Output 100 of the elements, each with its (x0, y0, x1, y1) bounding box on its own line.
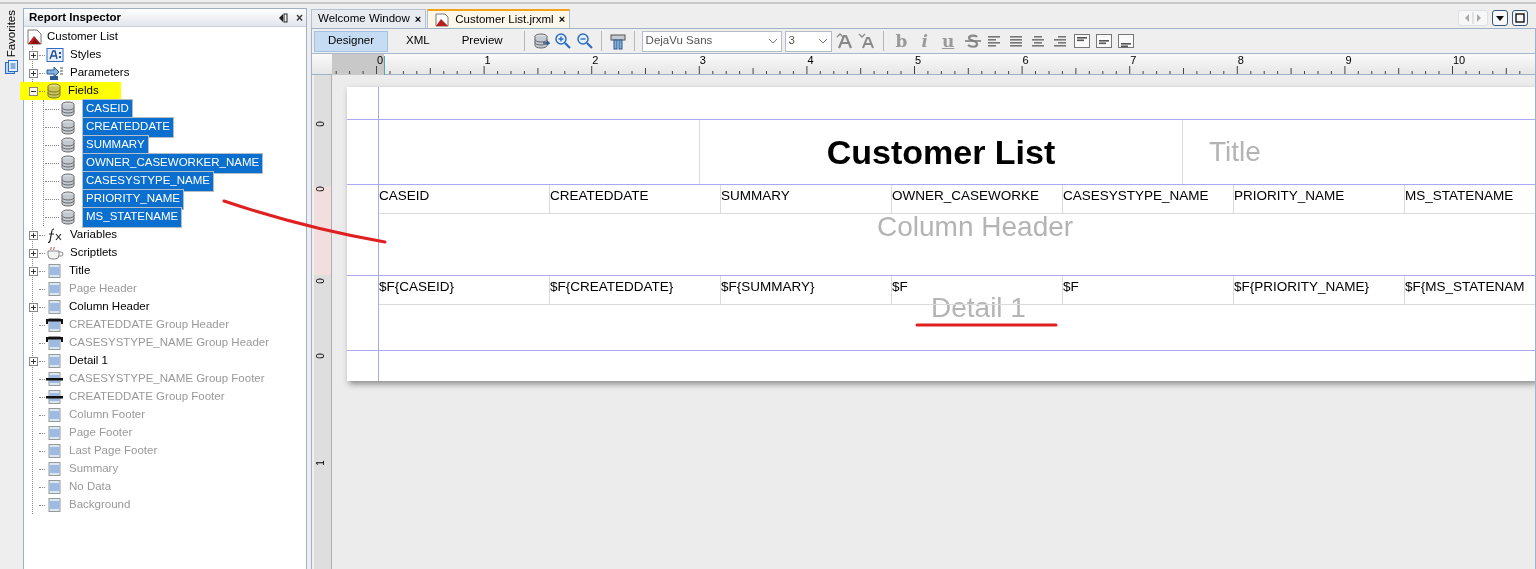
ruler-label: 2 (592, 54, 599, 66)
strikethrough-icon (963, 32, 982, 50)
tree-item[interactable]: Column Header (69, 298, 150, 316)
expand-icon[interactable] (29, 356, 38, 366)
ruler-label: 0 (315, 121, 326, 127)
group-footer-icon (46, 371, 63, 387)
tab-list-button[interactable] (1492, 10, 1508, 26)
report-icon (434, 12, 451, 27)
expand-icon[interactable] (29, 50, 38, 60)
field-expression: $F (1063, 276, 1234, 305)
field-expression: $F{PRIORITY_NAME} (1234, 276, 1405, 305)
band-icon (46, 299, 63, 315)
band-icon (46, 425, 63, 441)
maximize-button[interactable] (1512, 10, 1528, 26)
tree-item[interactable]: Title (69, 262, 91, 280)
caret-icon (817, 38, 828, 44)
ruler-label: 0 (315, 353, 326, 359)
database-icon (60, 101, 76, 117)
field-expression: $F{MS_STATENAM (1405, 276, 1535, 305)
band-label: Column Header (877, 213, 1074, 241)
function-icon (46, 227, 64, 243)
column-header: SUMMARY (721, 185, 892, 214)
expand-icon[interactable] (29, 266, 38, 276)
decrease-font-button[interactable] (857, 32, 876, 50)
zoom-out-icon (575, 32, 594, 50)
editor-tab[interactable]: Welcome Window × (311, 9, 427, 28)
tree-item[interactable]: Styles (70, 46, 102, 64)
size-select[interactable]: 3 (784, 30, 832, 52)
ruler-label: 6 (1022, 54, 1029, 66)
caret-icon (767, 38, 778, 44)
tree-item[interactable]: Variables (70, 226, 118, 244)
view-tab[interactable]: XML (392, 30, 444, 52)
toolbox-button[interactable] (608, 32, 627, 50)
band-icon (46, 497, 63, 513)
ruler-label: 4 (807, 54, 814, 66)
band-icon (46, 263, 63, 279)
band-icon (46, 353, 63, 369)
font-select[interactable]: DejaVu Sans (641, 30, 782, 52)
close-button[interactable]: × (558, 14, 566, 25)
database-icon (60, 209, 76, 225)
column-header: OWNER_CASEWORKE (892, 185, 1063, 214)
view-tab[interactable]: Preview (447, 30, 517, 52)
group-header-icon (46, 335, 63, 351)
strikethrough-button[interactable] (963, 32, 982, 50)
database-icon (46, 83, 62, 99)
database-icon (531, 32, 550, 50)
zoom-in-icon (553, 32, 572, 50)
expand-icon[interactable] (29, 302, 38, 312)
ruler-label: 5 (915, 54, 922, 66)
increase-font-button[interactable] (835, 32, 854, 50)
tree-item[interactable]: MS_STATENAME (82, 206, 183, 228)
toolbox-icon (608, 32, 627, 50)
parameters-icon (46, 65, 64, 81)
ruler-label: 10 (1453, 54, 1466, 66)
database-icon (60, 191, 76, 207)
tree-item[interactable]: Parameters (70, 64, 130, 82)
tree-item[interactable]: Scriptlets (70, 244, 118, 262)
database-icon (60, 155, 76, 171)
expand-icon[interactable] (29, 230, 38, 240)
band-icon (46, 407, 63, 423)
ruler-label: 0 (377, 54, 384, 66)
view-tab[interactable]: Designer (314, 30, 389, 52)
database-icon (60, 173, 76, 189)
styles-icon (46, 47, 64, 63)
database-icon (60, 137, 76, 153)
ruler-label: 7 (1130, 54, 1137, 66)
ruler-label: 0 (315, 278, 326, 284)
ruler-label: 1 (315, 460, 326, 466)
ruler-label: 3 (699, 54, 706, 66)
align-bottom-button[interactable] (1117, 32, 1136, 50)
column-header: CREATEDDATE (550, 185, 721, 214)
maximize-icon (1513, 11, 1527, 25)
minimize-button[interactable] (278, 11, 288, 24)
align-middle-button[interactable] (1095, 32, 1114, 50)
close-button[interactable]: × (296, 11, 303, 24)
column-header: PRIORITY_NAME (1234, 185, 1405, 214)
align-bottom-icon (1117, 32, 1136, 50)
minimize-icon (278, 13, 288, 24)
group-footer-icon (46, 389, 63, 405)
align-top-button[interactable] (1073, 32, 1092, 50)
close-button[interactable]: × (414, 13, 422, 25)
ruler-label: 9 (1345, 54, 1352, 66)
field-expression: $F{SUMMARY} (721, 276, 892, 305)
align-middle-icon (1095, 32, 1114, 50)
expand-icon[interactable] (29, 248, 38, 258)
band-icon (46, 479, 63, 495)
favorites-tab[interactable]: Favorites (2, 10, 21, 58)
ruler-label: 8 (1237, 54, 1244, 66)
zoom-in-button[interactable] (553, 32, 572, 50)
decrease-font-icon (857, 32, 876, 50)
tree-item[interactable]: Detail 1 (69, 352, 108, 370)
expand-icon[interactable] (29, 68, 38, 78)
collapse-icon[interactable] (29, 86, 38, 96)
tree-item[interactable]: Customer List (47, 28, 118, 46)
editor-tab[interactable]: Customer List.jrxml × (427, 9, 571, 28)
favorites-icon[interactable] (5, 60, 18, 75)
field-expression: $F{CREATEDDATE} (550, 276, 721, 305)
database-icon (60, 119, 76, 135)
database-button[interactable] (531, 32, 550, 50)
zoom-out-button[interactable] (575, 32, 594, 50)
